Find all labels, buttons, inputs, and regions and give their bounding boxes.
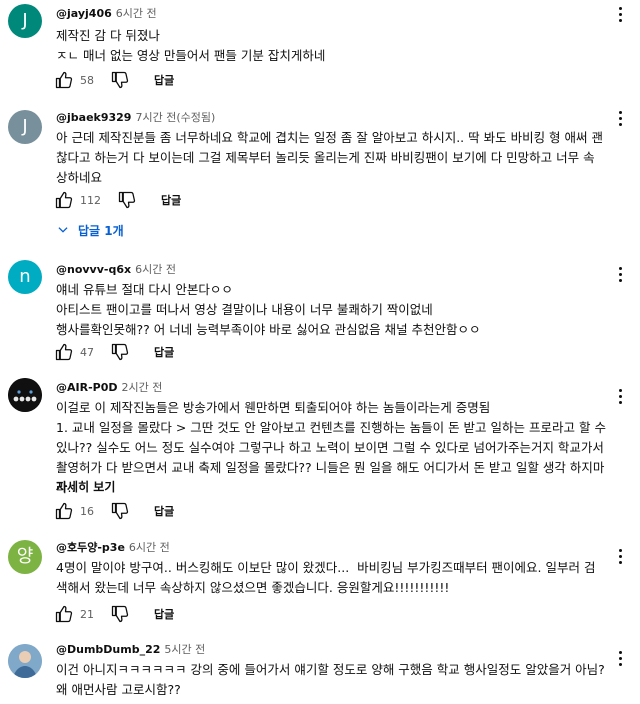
comment-author[interactable]: @jbaek9329	[56, 111, 131, 124]
dot	[618, 656, 622, 660]
chevron-down-icon	[58, 227, 68, 233]
comment-time[interactable]: 2시간 전	[122, 381, 163, 394]
action-menu-button[interactable]	[612, 262, 628, 286]
read-more-button[interactable]: 자세히 보기	[56, 478, 115, 495]
comment-time[interactable]: 5시간 전	[164, 643, 205, 656]
avatar[interactable]	[8, 644, 42, 678]
comment-actions: 21 답글	[52, 602, 174, 626]
dot	[618, 6, 622, 10]
dislike-button[interactable]	[108, 499, 132, 523]
thumbs-down-icon	[111, 343, 129, 361]
like-button[interactable]	[52, 188, 76, 212]
comment-time[interactable]: 6시간 전	[135, 263, 176, 276]
dot	[618, 662, 622, 666]
thumbs-down-icon	[111, 502, 129, 520]
thumbs-up-icon	[55, 605, 73, 623]
like-count: 58	[80, 73, 94, 87]
replies-count-label: 답글 1개	[78, 223, 124, 238]
comment-text: 아 근데 제작진분들 좀 너무하네요 학교에 겹치는 일정 좀 잘 알아보고 하…	[56, 130, 603, 185]
comment-header: @jayj406 6시간 전	[56, 6, 157, 22]
like-count: 112	[80, 193, 101, 207]
comment-text: 이건 아니지ㅋㅋㅋㅋㅋㅋ 강의 중에 들어가서 얘기할 정도로 양해 구했음 학…	[56, 662, 605, 697]
like-button[interactable]	[52, 340, 76, 364]
dot	[618, 278, 622, 282]
comment-text: 4명이 말이야 방구여.. 버스킹해도 이보단 많이 왔겠다... 바비킹님 부…	[56, 560, 596, 595]
comment-header: @AIR-P0D 2시간 전	[56, 380, 162, 396]
dot	[618, 650, 622, 654]
action-menu-button[interactable]	[612, 384, 628, 408]
dislike-button[interactable]	[108, 602, 132, 626]
action-menu-button[interactable]	[612, 2, 628, 26]
dislike-button[interactable]	[115, 188, 139, 212]
action-menu-button[interactable]	[612, 646, 628, 670]
comment-header: @novvv-q6x 6시간 전	[56, 262, 176, 278]
dot	[618, 560, 622, 564]
comment-author[interactable]: @호두양-p3e	[56, 541, 125, 554]
comment-time[interactable]: 7시간 전(수정됨)	[135, 111, 215, 124]
action-menu-button[interactable]	[612, 106, 628, 130]
avatar[interactable]: 양	[8, 540, 42, 574]
dot	[618, 548, 622, 552]
thumbs-up-icon	[55, 343, 73, 361]
comment-text: 제작진 감 다 뒤졌나 ㅈㄴ 매너 없는 영상 만들어서 팬들 기분 잡치게하네	[56, 28, 326, 63]
comment-header: @jbaek9329 7시간 전(수정됨)	[56, 110, 215, 126]
thumbs-up-icon	[55, 191, 73, 209]
comment-author[interactable]: @AIR-P0D	[56, 381, 118, 394]
comment-author[interactable]: @DumbDumb_22	[56, 643, 160, 656]
avatar[interactable]: J	[8, 4, 42, 38]
dot	[618, 122, 622, 126]
dislike-button[interactable]	[108, 340, 132, 364]
dot	[618, 110, 622, 114]
dot	[618, 554, 622, 558]
reply-button[interactable]: 답글	[154, 503, 174, 519]
comment-actions: 112 답글	[52, 188, 181, 212]
like-button[interactable]	[52, 602, 76, 626]
like-count: 21	[80, 607, 94, 621]
avatar-image	[8, 378, 42, 412]
like-count: 16	[80, 504, 94, 518]
view-replies-button[interactable]: 답글 1개	[56, 218, 124, 242]
like-count: 47	[80, 345, 94, 359]
dot	[618, 400, 622, 404]
thumbs-up-icon	[55, 502, 73, 520]
comment-author[interactable]: @jayj406	[56, 7, 112, 20]
dot	[618, 272, 622, 276]
like-button[interactable]	[52, 68, 76, 92]
comment-actions: 58 답글	[52, 68, 174, 92]
avatar[interactable]: n	[8, 260, 42, 294]
avatar-image	[8, 644, 42, 678]
reply-button[interactable]: 답글	[154, 606, 174, 622]
reply-button[interactable]: 답글	[154, 344, 174, 360]
comment-text: 이걸로 이 제작진놈들은 방송가에서 웬만하면 퇴출되어야 하는 놈들이라는게 …	[56, 400, 606, 495]
comment-actions: 47 답글	[52, 340, 174, 364]
reply-button[interactable]: 답글	[161, 192, 181, 208]
avatar[interactable]: J	[8, 110, 42, 144]
comment-header: @DumbDumb_22 5시간 전	[56, 642, 205, 658]
comment-author[interactable]: @novvv-q6x	[56, 263, 131, 276]
like-button[interactable]	[52, 499, 76, 523]
dot	[618, 394, 622, 398]
thumbs-down-icon	[118, 191, 136, 209]
dot	[618, 12, 622, 16]
reply-button[interactable]: 답글	[154, 72, 174, 88]
comment-header: @호두양-p3e 6시간 전	[56, 540, 170, 556]
comment-actions: 16 답글	[52, 499, 174, 523]
dot	[618, 18, 622, 22]
dot	[618, 266, 622, 270]
dot	[618, 116, 622, 120]
avatar[interactable]	[8, 378, 42, 412]
dislike-button[interactable]	[108, 68, 132, 92]
thumbs-down-icon	[111, 605, 129, 623]
action-menu-button[interactable]	[612, 544, 628, 568]
comment-time[interactable]: 6시간 전	[116, 7, 157, 20]
comment-text: 얘네 유튜브 절대 다시 안본다ㅇㅇ 아티스트 팬이고를 떠나서 영상 결말이나…	[56, 282, 481, 337]
comment-time[interactable]: 6시간 전	[129, 541, 170, 554]
thumbs-down-icon	[111, 71, 129, 89]
dot	[618, 388, 622, 392]
thumbs-up-icon	[55, 71, 73, 89]
